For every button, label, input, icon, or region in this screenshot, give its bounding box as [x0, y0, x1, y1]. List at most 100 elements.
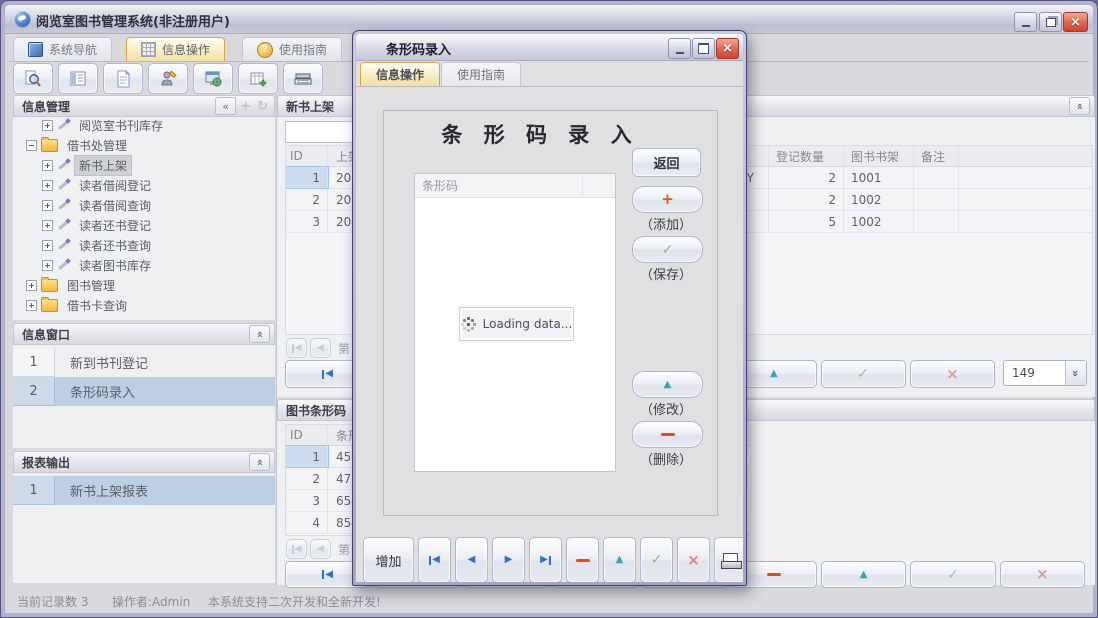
expand-icon[interactable]: [42, 200, 53, 211]
collapse-left-button[interactable]: «: [215, 97, 236, 115]
search-button[interactable]: [13, 63, 53, 94]
nav-prev-button[interactable]: ◀: [455, 537, 488, 582]
tree-item[interactable]: 读者还书登记: [13, 215, 275, 235]
save-button[interactable]: ✓: [632, 236, 703, 263]
page-size-dropdown[interactable]: 149: [1003, 360, 1087, 386]
tree-item[interactable]: 读者借阅登记: [13, 175, 275, 195]
dialog-close-button[interactable]: ×: [716, 38, 739, 59]
expand-icon[interactable]: [42, 160, 53, 171]
cell-id[interactable]: 3: [286, 211, 328, 232]
nav-last-button[interactable]: ▶: [529, 537, 562, 582]
cell-id[interactable]: 3: [286, 490, 328, 511]
nav-next-button[interactable]: ▶: [492, 537, 525, 582]
report-output-collapse-button[interactable]: [249, 453, 270, 471]
expand-icon[interactable]: [42, 120, 53, 131]
nav-cancel-button[interactable]: ×: [910, 360, 995, 388]
info-window-header[interactable]: 信息窗口: [13, 323, 275, 345]
expand-icon[interactable]: [26, 280, 37, 291]
col-qty[interactable]: 登记数量: [769, 146, 844, 166]
cell-shelf[interactable]: 1001: [844, 167, 914, 188]
print-button[interactable]: [714, 537, 743, 582]
delete-row-button[interactable]: [632, 421, 703, 448]
cell-id-selected[interactable]: 1: [286, 446, 328, 467]
tree-item[interactable]: 阅览室书刊库存: [13, 117, 275, 135]
pager-first-button[interactable]: ◀: [286, 338, 307, 358]
expand-icon[interactable]: [42, 240, 53, 251]
tree-item[interactable]: 图书管理: [13, 275, 275, 295]
expand-icon[interactable]: [42, 260, 53, 271]
document-button[interactable]: [103, 63, 143, 94]
dropdown-button[interactable]: [1065, 361, 1086, 385]
table-add-button[interactable]: [238, 63, 278, 94]
nav-edit-button[interactable]: ▲: [821, 561, 906, 588]
col-id[interactable]: ID: [286, 146, 328, 166]
col-id[interactable]: ID: [286, 425, 328, 445]
add-row-button[interactable]: +: [632, 186, 703, 213]
dialog-title: 条形码录入: [386, 39, 451, 58]
list-item-selected[interactable]: 2 条形码录入: [13, 377, 275, 406]
form-button[interactable]: [58, 63, 98, 94]
cell-id[interactable]: 2: [286, 468, 328, 489]
user-edit-button[interactable]: [148, 63, 188, 94]
cell-qty[interactable]: 2: [769, 189, 844, 210]
tab-user-guide[interactable]: 使用指南: [242, 37, 342, 61]
tree-item[interactable]: 借书卡查询: [13, 295, 275, 315]
restore-button[interactable]: [1039, 12, 1062, 32]
cell-id[interactable]: 4: [286, 512, 328, 533]
report-output-header[interactable]: 报表输出: [13, 451, 275, 473]
back-button[interactable]: 返回: [632, 148, 701, 177]
tree-item[interactable]: 借书处管理: [13, 135, 275, 155]
pager-first-button[interactable]: ◀: [286, 539, 307, 559]
list-item[interactable]: 1 新到书刊登记: [13, 348, 275, 377]
dialog-tab-user-guide[interactable]: 使用指南: [441, 62, 521, 86]
cell-note[interactable]: [914, 189, 959, 210]
cell-qty[interactable]: 5: [769, 211, 844, 232]
nav-cancel-button[interactable]: ×: [1000, 561, 1085, 588]
cell-shelf[interactable]: 1002: [844, 211, 914, 232]
cell-shelf[interactable]: 1002: [844, 189, 914, 210]
cell-id-selected[interactable]: 1: [286, 167, 328, 188]
cell-id[interactable]: 2: [286, 189, 328, 210]
nav-cancel-button[interactable]: ×: [677, 537, 710, 582]
dialog-maximize-button[interactable]: [692, 38, 715, 59]
expand-icon[interactable]: [26, 300, 37, 311]
tree-item[interactable]: 新书上架: [13, 155, 275, 175]
cell-note[interactable]: [914, 167, 959, 188]
pager-prev-button[interactable]: ◀: [310, 338, 331, 358]
cell-qty[interactable]: 2: [769, 167, 844, 188]
list-item-selected[interactable]: 1 新书上架报表: [13, 476, 275, 505]
cell-note[interactable]: [914, 211, 959, 232]
expand-icon[interactable]: [42, 180, 53, 191]
expand-icon[interactable]: [42, 220, 53, 231]
info-window-collapse-button[interactable]: [249, 325, 270, 343]
tab-info-operation[interactable]: 信息操作: [126, 37, 225, 61]
add-node-icon[interactable]: +: [240, 99, 251, 114]
nav-post-button[interactable]: ✓: [640, 537, 673, 582]
tree-item[interactable]: 读者借阅查询: [13, 195, 275, 215]
nav-post-button[interactable]: ✓: [821, 360, 906, 388]
tree-item[interactable]: 读者还书查询: [13, 235, 275, 255]
nav-post-button[interactable]: ✓: [910, 561, 995, 588]
refresh-icon[interactable]: ↻: [257, 99, 268, 114]
new-book-collapse-button[interactable]: [1069, 97, 1090, 115]
info-manage-header[interactable]: 信息管理 « + ↻: [13, 95, 275, 117]
printer-tray-button[interactable]: [283, 63, 323, 94]
tab-system-nav[interactable]: 系统导航: [13, 37, 112, 61]
append-button[interactable]: 增加: [363, 537, 414, 582]
col-shelf[interactable]: 图书书架: [844, 146, 914, 166]
pager-prev-button[interactable]: ◀: [310, 539, 331, 559]
col-note[interactable]: 备注: [914, 146, 959, 166]
collapse-icon[interactable]: [26, 140, 37, 151]
tree-item[interactable]: 读者图书库存: [13, 255, 275, 275]
nav-edit-button[interactable]: ▲: [603, 537, 636, 582]
nav-first-button[interactable]: ◀: [418, 537, 451, 582]
first-icon: ◀: [325, 369, 333, 379]
nav-delete-button[interactable]: [566, 537, 599, 582]
minimize-button[interactable]: [1014, 12, 1037, 32]
edit-row-button[interactable]: ▲: [632, 371, 703, 398]
dialog-minimize-button[interactable]: [668, 38, 691, 59]
close-button[interactable]: ×: [1063, 12, 1088, 32]
dialog-titlebar[interactable]: 条形码录入 ×: [356, 34, 743, 61]
monitor-button[interactable]: [193, 63, 233, 94]
dialog-tab-info-operation[interactable]: 信息操作: [360, 62, 440, 86]
